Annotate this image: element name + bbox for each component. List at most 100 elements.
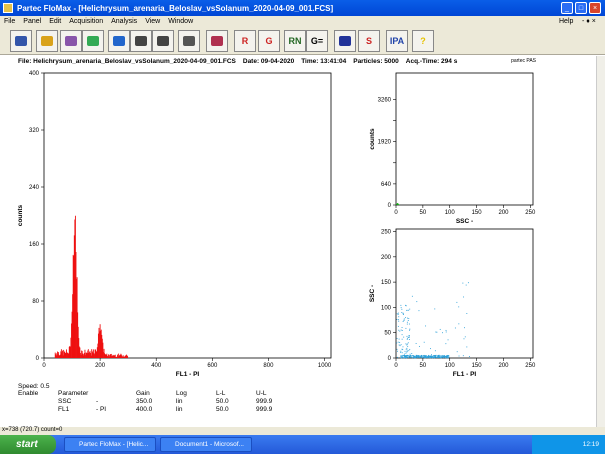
plot-0[interactable]: 0 80 160 240 320 400 0 200 400 600 800 1000 FL1 - PI… (12, 69, 359, 384)
x-tick-label: 200 (498, 363, 509, 369)
scatter-point (436, 331, 438, 333)
scatter-point (430, 356, 432, 358)
region-icon: R (241, 36, 249, 46)
gate-equals-button[interactable]: G= (306, 30, 328, 52)
scatter-point (406, 356, 408, 358)
scatter-point (401, 348, 403, 350)
open-folder-button[interactable] (36, 30, 58, 52)
parameter-cell: 999.9 (256, 406, 273, 413)
scatter-point (446, 355, 447, 357)
help-button[interactable]: ? (412, 30, 434, 52)
panel-button[interactable] (10, 30, 32, 52)
plot-2[interactable]: 0 50 100 150 200 250 0 50 100 150 200 250 FL1 - PI SS… (364, 225, 561, 384)
scatter-point (408, 335, 410, 337)
menu-panel[interactable]: Panel (19, 18, 45, 25)
maximize-button[interactable]: □ (575, 2, 587, 14)
scatter-point (458, 355, 460, 357)
scatter-point (421, 355, 423, 357)
y-tick-label: 320 (29, 128, 40, 134)
taskbar-item-flomax[interactable]: Partec FloMax - [Helic... (64, 437, 156, 452)
print-button[interactable] (152, 30, 174, 52)
menu-help[interactable]: Help (555, 18, 577, 25)
scatter-point (436, 355, 438, 357)
scatter-point (420, 355, 422, 357)
x-tick-label: 250 (525, 363, 536, 369)
parameter-cell: 50.0 (216, 406, 229, 413)
menu-acquisition[interactable]: Acquisition (65, 18, 107, 25)
scatter-point (432, 355, 433, 357)
file-name: File: Helichrysum_arenaria_Beloslav_vsSo… (18, 57, 236, 65)
parameter-cell: 350.0 (136, 398, 153, 405)
open-protocol-button[interactable] (82, 30, 104, 52)
x-tick-label: 1000 (318, 363, 332, 369)
scatter-point (408, 337, 409, 339)
mdi-controls[interactable]: - ♦ × (578, 18, 600, 25)
menu-file[interactable]: File (0, 18, 19, 25)
scatter-point (403, 353, 405, 355)
minimize-button[interactable]: _ (561, 2, 573, 14)
scatter-point (396, 319, 398, 321)
scatter-point (398, 319, 400, 321)
scatter-point (428, 355, 430, 357)
scatter-point (401, 355, 403, 357)
scatter-point (439, 356, 441, 358)
region-number-button[interactable]: RN (284, 30, 306, 52)
open-data-button[interactable] (60, 30, 82, 52)
statistics-button[interactable]: S (358, 30, 380, 52)
scatter-point (403, 318, 405, 320)
scatter-point (447, 339, 449, 341)
scatter-point (408, 309, 410, 311)
scatter-point (406, 351, 408, 353)
zoom-button[interactable] (206, 30, 228, 52)
menu-analysis[interactable]: Analysis (107, 18, 141, 25)
y-tick-label: 200 (381, 255, 392, 261)
scatter-point (445, 331, 447, 333)
menu-edit[interactable]: Edit (45, 18, 65, 25)
status-bar: x=738 (720.7) count=0 (0, 427, 605, 435)
parameter-cell: FL1 (58, 406, 70, 413)
region-button[interactable]: R (234, 30, 256, 52)
scatter-point (431, 354, 432, 356)
taskbar-item-document[interactable]: Document1 - Microsof... (160, 437, 252, 452)
scatter-point (464, 336, 466, 338)
print-preview-button[interactable] (178, 30, 200, 52)
save-button[interactable] (130, 30, 152, 52)
scatter-point (407, 345, 409, 347)
header-gain: Gain (136, 390, 150, 397)
vertical-scrollbar[interactable] (596, 56, 605, 427)
scatter-point (416, 301, 418, 303)
y-tick-label: 80 (32, 299, 39, 305)
scatter-point (403, 336, 405, 338)
panel-icon (15, 36, 27, 46)
clock: 12:19 (582, 441, 599, 448)
close-button[interactable]: × (589, 2, 601, 14)
scatter-point (462, 282, 464, 284)
scatter-point (406, 323, 408, 325)
scatter-point (396, 356, 398, 358)
header-ul: U-L (256, 390, 267, 397)
plot-1[interactable]: 0 640 1920 3260 0 50 100 150 200 250 SSC - counts (364, 69, 561, 231)
plot-frame (395, 228, 534, 359)
ipa-button[interactable]: IPA (386, 30, 408, 52)
scatter-point (406, 344, 408, 346)
y-tick-label: 640 (381, 182, 392, 188)
start-button[interactable]: start (0, 435, 56, 454)
gate-button[interactable]: G (258, 30, 280, 52)
scatter-point (408, 338, 410, 340)
cursor-button[interactable] (334, 30, 356, 52)
scatter-point (445, 357, 447, 359)
parameter-cell: 999.9 (256, 398, 273, 405)
x-tick-label: 150 (472, 210, 483, 216)
scatter-point (402, 354, 404, 356)
menu-view[interactable]: View (141, 18, 164, 25)
acquisition-button[interactable] (108, 30, 130, 52)
scatter-point (401, 334, 403, 336)
scatter-point (468, 356, 470, 358)
menu-window[interactable]: Window (164, 18, 197, 25)
scatter-point (422, 356, 424, 358)
scatter-point (403, 355, 405, 357)
cursor-icon (339, 36, 351, 46)
parameter-cell: lin (176, 398, 183, 405)
scatter-point (408, 350, 410, 352)
scatter-point (439, 328, 441, 330)
